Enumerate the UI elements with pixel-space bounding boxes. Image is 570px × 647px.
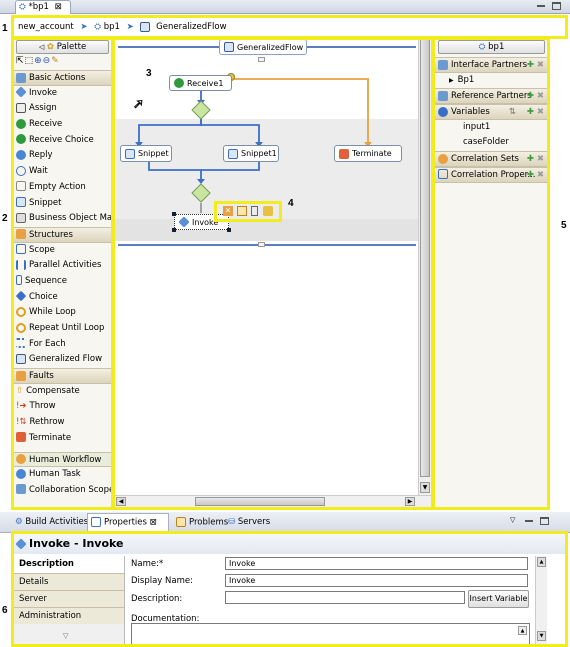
editor-tab-bar — [0, 0, 570, 14]
tab-servers[interactable]: ⛁ Servers — [228, 517, 270, 527]
highlight-breadcrumb — [11, 15, 568, 39]
gear-icon: ⚙ — [15, 517, 23, 527]
tab-build-activities[interactable]: ⚙ Build Activities — [15, 517, 88, 527]
annotation-5: 5 — [561, 220, 567, 231]
annotation-2: 2 — [2, 213, 8, 224]
highlight-properties — [11, 531, 568, 647]
highlight-canvas — [112, 37, 434, 510]
minimize-icon[interactable] — [537, 5, 545, 7]
minimize-icon[interactable] — [525, 520, 533, 522]
view-menu-icon[interactable]: ▽ — [510, 516, 515, 524]
annotation-1: 1 — [2, 23, 8, 34]
properties-icon — [91, 517, 101, 527]
tab-label: Build Activities — [25, 517, 89, 527]
annotation-4: 4 — [288, 198, 294, 209]
servers-icon: ⛁ — [228, 517, 236, 527]
maximize-icon[interactable] — [552, 2, 561, 10]
close-icon[interactable]: ⊠ — [150, 518, 157, 528]
tab-label: Properties — [104, 517, 147, 528]
editor-tab-label: *bp1 — [28, 2, 49, 12]
close-icon[interactable]: ⊠ — [55, 2, 62, 12]
process-icon: ⛭ — [19, 2, 26, 12]
tab-properties[interactable]: Properties ⊠ — [87, 513, 169, 533]
annotation-6: 6 — [2, 605, 8, 616]
problems-icon — [176, 517, 186, 527]
annotation-3: 3 — [146, 68, 152, 79]
editor-tab[interactable]: ⛭ *bp1 ⊠ — [15, 0, 71, 14]
tab-problems[interactable]: Problems — [176, 517, 228, 528]
maximize-icon[interactable] — [540, 517, 549, 525]
tab-label: Problems — [189, 517, 229, 528]
tab-label: Servers — [237, 517, 271, 527]
highlight-palette — [11, 37, 114, 510]
highlight-action-bar — [214, 201, 282, 222]
highlight-tray — [432, 37, 550, 510]
